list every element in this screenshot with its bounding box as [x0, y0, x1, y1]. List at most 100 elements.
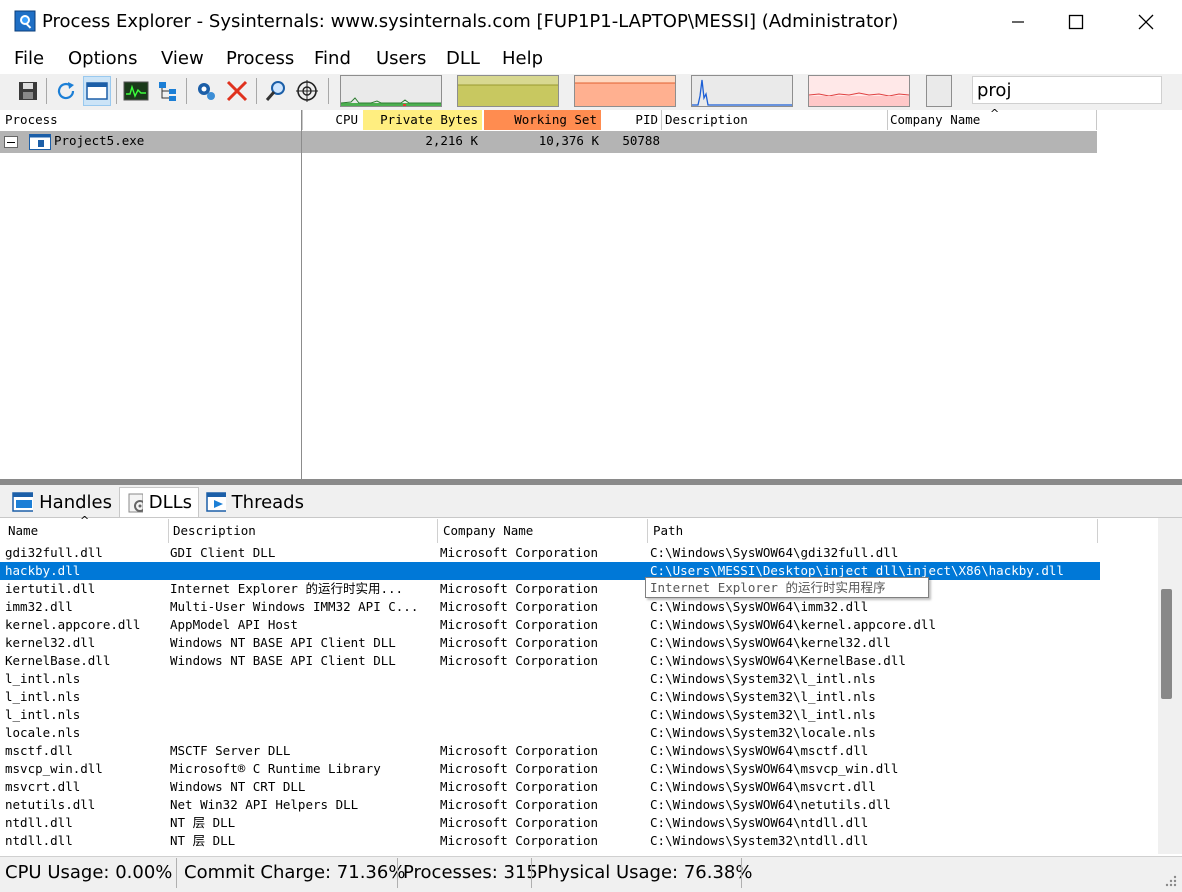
commit-graph[interactable] [457, 75, 559, 107]
dll-description: MSCTF Server DLL [170, 743, 291, 758]
menu-view[interactable]: View [161, 48, 204, 69]
dll-description: GDI Client DLL [170, 545, 276, 560]
collapse-toggle[interactable] [4, 136, 18, 148]
tab-label: Threads [231, 491, 304, 513]
dll-path: C:\Windows\SysWOW64\msvcrt.dll [650, 779, 876, 794]
close-button[interactable] [1114, 0, 1178, 44]
column-header-path[interactable]: Path [653, 519, 683, 543]
column-header-pid[interactable]: PID [602, 110, 660, 130]
dll-path: C:\Windows\System32\l_intl.nls [650, 707, 876, 722]
handles-icon [12, 492, 34, 512]
find-button[interactable] [262, 76, 290, 106]
table-row[interactable]: kernel.appcore.dll AppModel API Host Mic… [0, 616, 1100, 634]
column-header-cpu[interactable]: CPU [302, 110, 361, 130]
dll-company: Microsoft Corporation [440, 581, 599, 596]
kill-process-button[interactable] [223, 76, 251, 106]
menu-find[interactable]: Find [314, 48, 351, 69]
column-header-name[interactable]: Name [8, 519, 38, 543]
maximize-button[interactable] [1044, 0, 1108, 44]
threads-icon [206, 492, 226, 512]
menu-users[interactable]: Users [376, 48, 426, 69]
window-icon [86, 82, 108, 100]
column-header-working-set[interactable]: Working Set [484, 110, 601, 130]
table-row[interactable]: iertutil.dll Internet Explorer 的运行时实用...… [0, 580, 1100, 598]
tree-column-divider [301, 110, 302, 480]
dll-description: Internet Explorer 的运行时实用... [170, 581, 404, 596]
dll-description: Windows NT CRT DLL [170, 779, 306, 794]
dll-name: KernelBase.dll [5, 653, 111, 668]
maximize-icon [1068, 14, 1084, 30]
tab-handles[interactable]: Handles [6, 487, 118, 517]
dll-company: Microsoft Corporation [440, 779, 599, 794]
resize-grip-icon[interactable] [1162, 872, 1178, 888]
find-window-process-button[interactable] [293, 76, 321, 106]
properties-button[interactable] [192, 76, 220, 106]
dll-company: Microsoft Corporation [440, 545, 599, 560]
scrollbar-thumb[interactable] [1161, 589, 1172, 699]
tab-threads[interactable]: Threads [200, 487, 310, 517]
table-row[interactable]: msvcp_win.dll Microsoft® C Runtime Libra… [0, 760, 1100, 778]
column-separator [1096, 110, 1097, 130]
table-row[interactable]: imm32.dll Multi-User Windows IMM32 API C… [0, 598, 1100, 616]
column-header-private-bytes[interactable]: Private Bytes [363, 110, 482, 130]
kill-icon [226, 80, 248, 102]
dll-path: C:\Windows\SysWOW64\netutils.dll [650, 797, 891, 812]
gpu-graph[interactable] [926, 75, 952, 107]
system-information-button[interactable] [122, 76, 150, 106]
network-graph[interactable] [691, 75, 793, 107]
table-row[interactable]: KernelBase.dll Windows NT BASE API Clien… [0, 652, 1100, 670]
column-header-description[interactable]: Description [173, 519, 256, 543]
cpu-graph[interactable] [340, 75, 442, 107]
table-row-selected[interactable]: hackby.dll C:\Users\MESSI\Desktop\inject… [0, 562, 1100, 580]
refresh-button[interactable] [52, 76, 80, 106]
column-separator [437, 519, 438, 543]
menu-help[interactable]: Help [502, 48, 543, 69]
table-row[interactable]: l_intl.nls C:\Windows\System32\l_intl.nl… [0, 670, 1100, 688]
menu-dll[interactable]: DLL [446, 48, 480, 69]
table-row[interactable]: l_intl.nls C:\Windows\System32\l_intl.nl… [0, 688, 1100, 706]
dll-company: Microsoft Corporation [440, 635, 599, 650]
toolbar-separator [256, 78, 257, 104]
save-icon [19, 82, 37, 100]
show-lower-pane-button[interactable] [83, 76, 111, 106]
dll-name: hackby.dll [5, 563, 81, 578]
column-separator [661, 110, 662, 130]
network-graph-icon [692, 79, 792, 106]
search-input[interactable] [972, 76, 1162, 104]
dll-name: iertutil.dll [5, 581, 96, 596]
dll-company: Microsoft Corporation [440, 797, 599, 812]
io-graph[interactable] [574, 75, 676, 107]
process-tree-button[interactable] [154, 76, 182, 106]
dll-path: C:\Windows\System32\l_intl.nls [650, 689, 876, 704]
minimize-button[interactable] [986, 0, 1050, 44]
dll-path: C:\Windows\SysWOW64\msctf.dll [650, 743, 869, 758]
table-row[interactable]: msvcrt.dll Windows NT CRT DLL Microsoft … [0, 778, 1100, 796]
menu-process[interactable]: Process [226, 48, 294, 69]
tab-dlls[interactable]: DLLs [119, 487, 199, 517]
save-button[interactable] [14, 76, 42, 106]
dll-description: NT 层 DLL [170, 815, 236, 830]
working-set-value: 10,376 K [538, 133, 599, 148]
physical-memory-graph[interactable] [808, 75, 910, 107]
table-row[interactable]: Project5.exe 2,216 K 10,376 K 50788 [0, 131, 1097, 153]
table-row[interactable]: ntdll.dll NT 层 DLL Microsoft Corporation… [0, 832, 1100, 850]
table-row[interactable]: locale.nls C:\Windows\System32\locale.nl… [0, 724, 1100, 742]
column-header-company[interactable]: Company Name [443, 519, 533, 543]
table-row[interactable]: netutils.dll Net Win32 API Helpers DLL M… [0, 796, 1100, 814]
menu-options[interactable]: Options [68, 48, 137, 69]
table-row[interactable]: kernel32.dll Windows NT BASE API Client … [0, 634, 1100, 652]
menu-file[interactable]: File [14, 48, 44, 69]
dll-name: imm32.dll [5, 599, 73, 614]
dll-name: l_intl.nls [5, 671, 81, 686]
status-separator [397, 858, 398, 888]
table-row[interactable]: gdi32full.dll GDI Client DLL Microsoft C… [0, 544, 1100, 562]
table-row[interactable]: ntdll.dll NT 层 DLL Microsoft Corporation… [0, 814, 1100, 832]
table-row[interactable]: l_intl.nls C:\Windows\System32\l_intl.nl… [0, 706, 1100, 724]
dll-description: NT 层 DLL [170, 833, 236, 848]
column-header-description[interactable]: Description [665, 110, 885, 130]
table-row[interactable]: msctf.dll MSCTF Server DLL Microsoft Cor… [0, 742, 1100, 760]
column-header-process[interactable]: Process [5, 110, 301, 130]
commit-graph-icon [458, 84, 558, 106]
system-info-icon [123, 81, 149, 101]
physical-usage-status: Physical Usage: 76.38% [537, 862, 753, 883]
